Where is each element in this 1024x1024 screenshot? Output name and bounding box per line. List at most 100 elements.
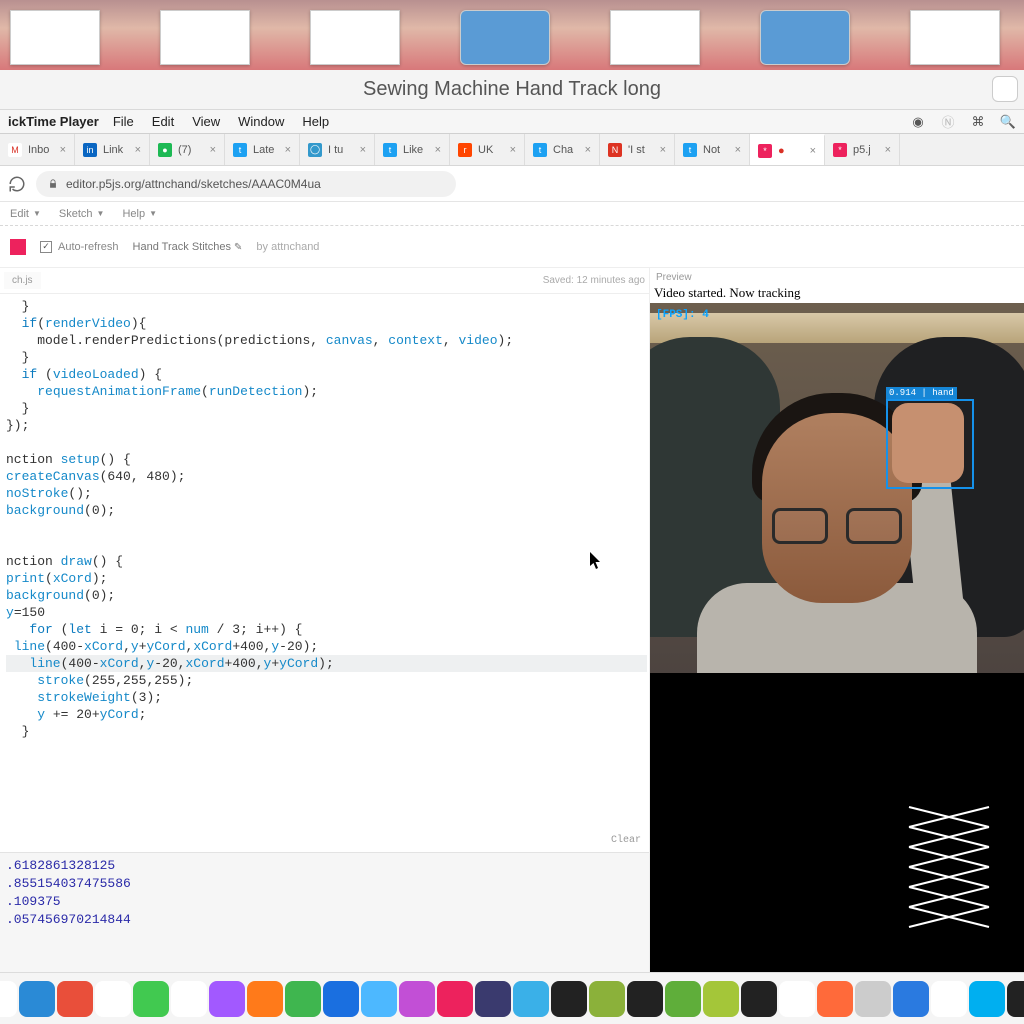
desktop-doc	[310, 10, 400, 65]
editor-menu-sketch[interactable]: Sketch▼	[59, 208, 105, 220]
dock-app-icon[interactable]	[399, 981, 435, 1017]
tab-close-icon[interactable]: ×	[885, 144, 891, 156]
dock-app-icon[interactable]	[513, 981, 549, 1017]
tab-close-icon[interactable]: ×	[510, 144, 516, 156]
browser-tab[interactable]: r UK ×	[450, 134, 525, 165]
tab-favicon: t	[683, 143, 697, 157]
tab-label: Not	[703, 144, 720, 156]
menubar-app-name[interactable]: ickTime Player	[8, 114, 99, 129]
dock-app-icon[interactable]	[361, 981, 397, 1017]
desktop-background	[0, 0, 1024, 70]
dock-app-icon[interactable]	[855, 981, 891, 1017]
dock-app-icon[interactable]	[171, 981, 207, 1017]
dock-app-icon[interactable]	[893, 981, 929, 1017]
dock-app-icon[interactable]	[133, 981, 169, 1017]
tab-close-icon[interactable]: ×	[435, 144, 441, 156]
browser-tab[interactable]: ◯I tu×	[300, 134, 375, 165]
console-clear-button[interactable]: Clear	[611, 835, 641, 846]
dock-app-icon[interactable]	[1007, 981, 1024, 1017]
dock-app-icon[interactable]	[589, 981, 625, 1017]
titlebar-button[interactable]	[992, 76, 1018, 102]
menubar-help[interactable]: Help	[302, 114, 329, 129]
saved-status: Saved: 12 minutes ago	[543, 275, 645, 286]
url-text: editor.p5js.org/attnchand/sketches/AAAC0…	[66, 177, 321, 191]
quicktime-titlebar: Sewing Machine Hand Track long	[0, 70, 1024, 110]
stop-button[interactable]	[10, 239, 26, 255]
menubar-edit[interactable]: Edit	[152, 114, 174, 129]
fps-overlay: [FPS]: 4	[656, 309, 709, 321]
console-line: .855154037475586	[6, 875, 643, 893]
browser-tab[interactable]: t Not ×	[675, 134, 750, 165]
menubar-view[interactable]: View	[192, 114, 220, 129]
spotlight-icon[interactable]: 🔍	[1000, 114, 1016, 130]
notion-icon[interactable]: Ⓝ	[940, 114, 956, 130]
tab-close-icon[interactable]: ×	[135, 144, 141, 156]
sketch-title[interactable]: Hand Track Stitches ✎	[133, 241, 243, 253]
auto-refresh-toggle[interactable]: ✓ Auto-refresh	[40, 241, 119, 253]
dock-app-icon[interactable]	[57, 981, 93, 1017]
file-tab[interactable]: ch.js	[4, 272, 41, 289]
browser-tab[interactable]: N 'I st ×	[600, 134, 675, 165]
editor-menu-edit[interactable]: Edit▼	[10, 208, 41, 220]
browser-tab[interactable]: ●(7)×	[150, 134, 225, 165]
dock-app-icon[interactable]	[0, 981, 17, 1017]
creative-cloud-icon[interactable]: ⌘	[970, 114, 986, 130]
console-panel: Clear .6182861328125.855154037475586.109…	[0, 852, 649, 972]
tab-close-icon[interactable]: ×	[360, 144, 366, 156]
dock-app-icon[interactable]	[931, 981, 967, 1017]
tab-label: UK	[478, 144, 493, 156]
tab-label: Link	[103, 144, 123, 156]
browser-tab[interactable]: * p5.j ×	[825, 134, 900, 165]
dock-app-icon[interactable]	[817, 981, 853, 1017]
dock-app-icon[interactable]	[551, 981, 587, 1017]
dock-app-icon[interactable]	[475, 981, 511, 1017]
tab-label: p5.j	[853, 144, 871, 156]
file-tab-row: ch.js Saved: 12 minutes ago	[0, 268, 649, 294]
tab-favicon: *	[833, 143, 847, 157]
menubar-window[interactable]: Window	[238, 114, 284, 129]
browser-tab[interactable]: tLate×	[225, 134, 300, 165]
screen-record-icon[interactable]: ◉	[910, 114, 926, 130]
dock-app-icon[interactable]	[665, 981, 701, 1017]
desktop-doc	[760, 10, 850, 65]
webcam-frame: [FPS]: 4 0.914 | hand	[650, 303, 1024, 673]
desktop-doc	[610, 10, 700, 65]
tab-close-icon[interactable]: ×	[210, 144, 216, 156]
tab-close-icon[interactable]: ×	[285, 144, 291, 156]
tab-close-icon[interactable]: ×	[660, 144, 666, 156]
dock-app-icon[interactable]	[741, 981, 777, 1017]
dock-app-icon[interactable]	[285, 981, 321, 1017]
dock-app-icon[interactable]	[323, 981, 359, 1017]
stitch-pattern	[904, 797, 994, 942]
tab-favicon: r	[458, 143, 472, 157]
menubar-file[interactable]: File	[113, 114, 134, 129]
code-editor[interactable]: } if(renderVideo){ model.renderPredictio…	[0, 294, 649, 852]
tab-close-icon[interactable]: ×	[735, 144, 741, 156]
dock-app-icon[interactable]	[627, 981, 663, 1017]
dock-app-icon[interactable]	[437, 981, 473, 1017]
address-bar[interactable]: editor.p5js.org/attnchand/sketches/AAAC0…	[36, 171, 456, 197]
dock-app-icon[interactable]	[969, 981, 1005, 1017]
tab-label: I tu	[328, 144, 343, 156]
dock-app-icon[interactable]	[247, 981, 283, 1017]
desktop-doc	[460, 10, 550, 65]
tab-label: 'I st	[628, 144, 645, 156]
console-line: .6182861328125	[6, 857, 643, 875]
tab-close-icon[interactable]: ×	[810, 145, 816, 157]
browser-tab[interactable]: *●×	[750, 134, 825, 165]
dock-app-icon[interactable]	[209, 981, 245, 1017]
desktop-doc	[160, 10, 250, 65]
tab-favicon: N	[608, 143, 622, 157]
tab-close-icon[interactable]: ×	[585, 144, 591, 156]
dock-app-icon[interactable]	[95, 981, 131, 1017]
tab-close-icon[interactable]: ×	[60, 144, 66, 156]
dock-app-icon[interactable]	[703, 981, 739, 1017]
browser-tab[interactable]: tLike×	[375, 134, 450, 165]
browser-tab[interactable]: MInbo×	[0, 134, 75, 165]
browser-tab[interactable]: tCha×	[525, 134, 600, 165]
browser-tab[interactable]: inLink×	[75, 134, 150, 165]
dock-app-icon[interactable]	[19, 981, 55, 1017]
reload-icon[interactable]	[8, 175, 26, 193]
dock-app-icon[interactable]	[779, 981, 815, 1017]
editor-menu-help[interactable]: Help▼	[122, 208, 157, 220]
